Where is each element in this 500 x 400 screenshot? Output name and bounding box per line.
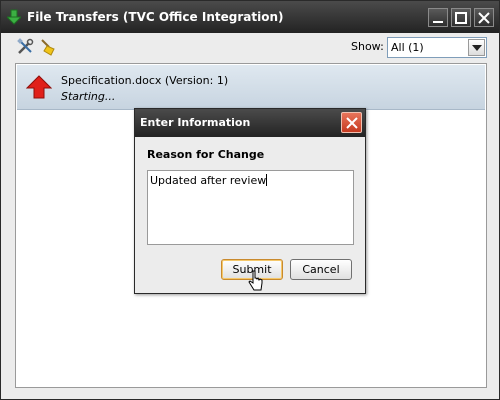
maximize-button[interactable]: [451, 8, 471, 27]
minimize-button[interactable]: [428, 8, 448, 27]
reason-for-change-label: Reason for Change: [147, 148, 265, 161]
download-arrow-icon: [5, 9, 23, 25]
chevron-down-icon[interactable]: [468, 39, 485, 56]
toolbar: Show: All (1): [1, 33, 499, 61]
show-filter-select[interactable]: All (1): [387, 37, 487, 58]
title-bar[interactable]: File Transfers (TVC Office Integration): [1, 1, 499, 33]
transfer-row[interactable]: Specification.docx (Version: 1) Starting…: [17, 65, 485, 110]
dialog-close-button[interactable]: [341, 112, 362, 133]
reason-textarea[interactable]: Updated after review: [147, 170, 354, 245]
mouse-pointer-icon: [248, 269, 264, 293]
cancel-button[interactable]: Cancel: [290, 259, 352, 280]
transfer-status: Starting...: [61, 90, 116, 103]
dialog-title: Enter Information: [140, 116, 251, 129]
dialog-title-bar[interactable]: Enter Information: [135, 109, 365, 137]
upload-arrow-icon: [25, 75, 53, 99]
enter-information-dialog: Enter Information Reason for Change Upda…: [134, 108, 366, 294]
show-filter-value: All (1): [391, 41, 424, 54]
text-caret: [266, 174, 268, 186]
broom-icon[interactable]: [39, 38, 57, 56]
tools-icon[interactable]: [16, 38, 34, 56]
transfer-filename: Specification.docx (Version: 1): [61, 74, 229, 87]
close-button[interactable]: [474, 8, 494, 27]
show-filter-label: Show:: [351, 40, 384, 53]
reason-text-value: Updated after review: [150, 174, 267, 187]
window-title: File Transfers (TVC Office Integration): [27, 10, 284, 24]
